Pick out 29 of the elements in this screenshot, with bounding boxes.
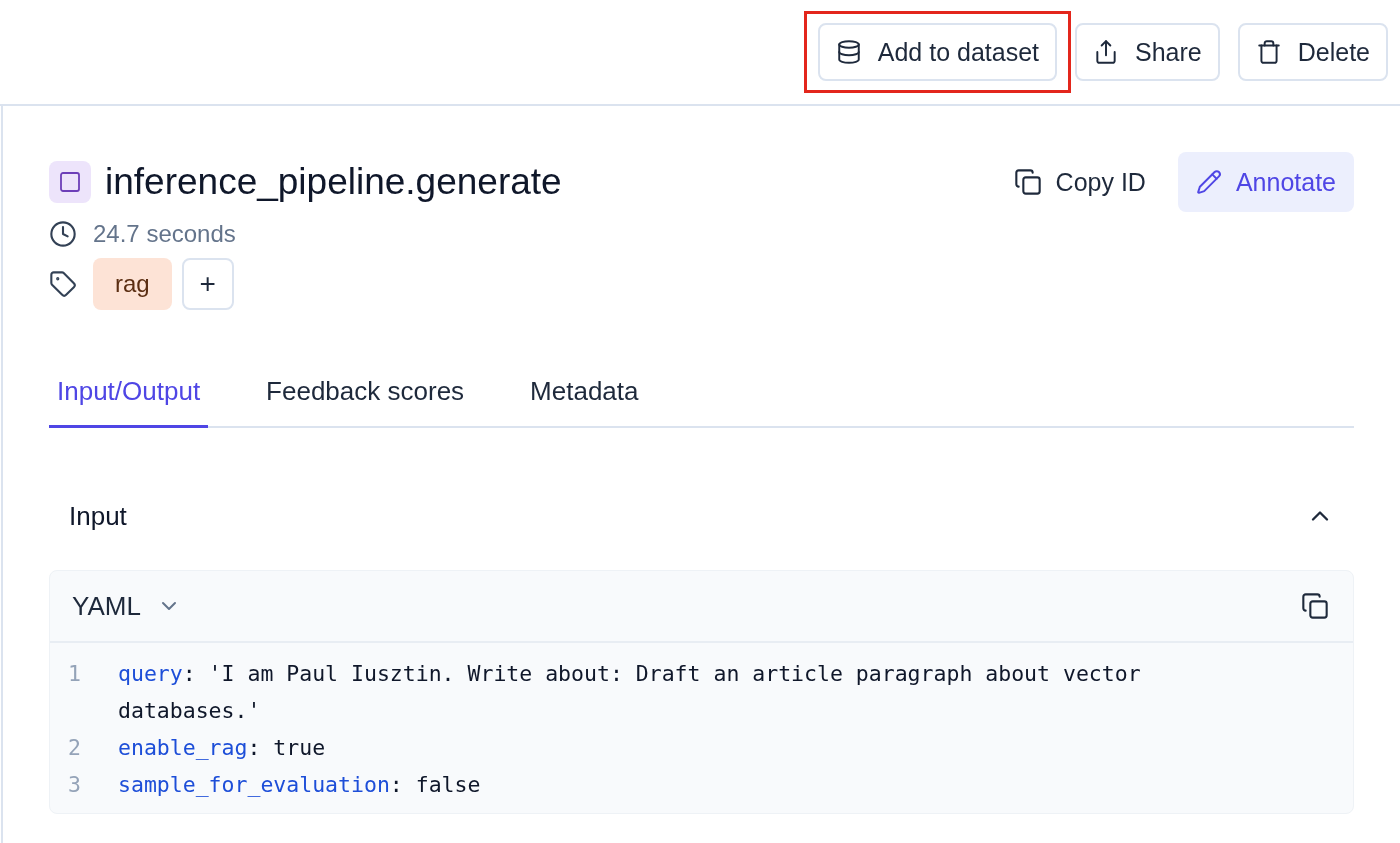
code-line: sample_for_evaluation: false: [118, 771, 482, 799]
format-dropdown[interactable]: YAML: [72, 590, 181, 622]
span-title: inference_pipeline.generate: [105, 161, 563, 203]
code-line: query: 'I am Paul Iusztin. Write about: Draft an article paragraph about vector databases.': [118, 660, 1142, 725]
code-line: enable_rag: true: [118, 734, 327, 762]
line-number: 1: [67, 660, 82, 688]
tag-icon: [49, 270, 77, 298]
line-number: 2: [67, 734, 82, 762]
span-kind-icon: [49, 161, 91, 203]
line-number: 3: [67, 771, 82, 799]
share-icon: [1093, 39, 1119, 65]
delete-button[interactable]: Delete: [1237, 23, 1388, 81]
copy-id-button[interactable]: Copy ID: [995, 152, 1164, 212]
add-tag-button[interactable]: +: [181, 258, 234, 310]
tab[interactable]: Metadata: [522, 366, 647, 428]
dataset-button[interactable]: Add to dataset: [817, 23, 1057, 81]
annotate-button[interactable]: Annotate: [1177, 152, 1354, 212]
pencil-icon: [1195, 169, 1222, 195]
section-title: Input: [69, 500, 127, 532]
share-button[interactable]: Share: [1075, 23, 1220, 81]
copy-button[interactable]: [1301, 592, 1329, 620]
clock-icon: [49, 220, 77, 248]
copy-icon: [1013, 168, 1042, 196]
database-icon: [835, 39, 862, 65]
tab[interactable]: Feedback scores: [258, 366, 473, 428]
duration-text: 24.7 seconds: [93, 220, 236, 248]
tab[interactable]: Input/Output: [49, 366, 209, 428]
tag-chip: rag: [93, 258, 172, 310]
trash-icon: [1255, 39, 1282, 65]
